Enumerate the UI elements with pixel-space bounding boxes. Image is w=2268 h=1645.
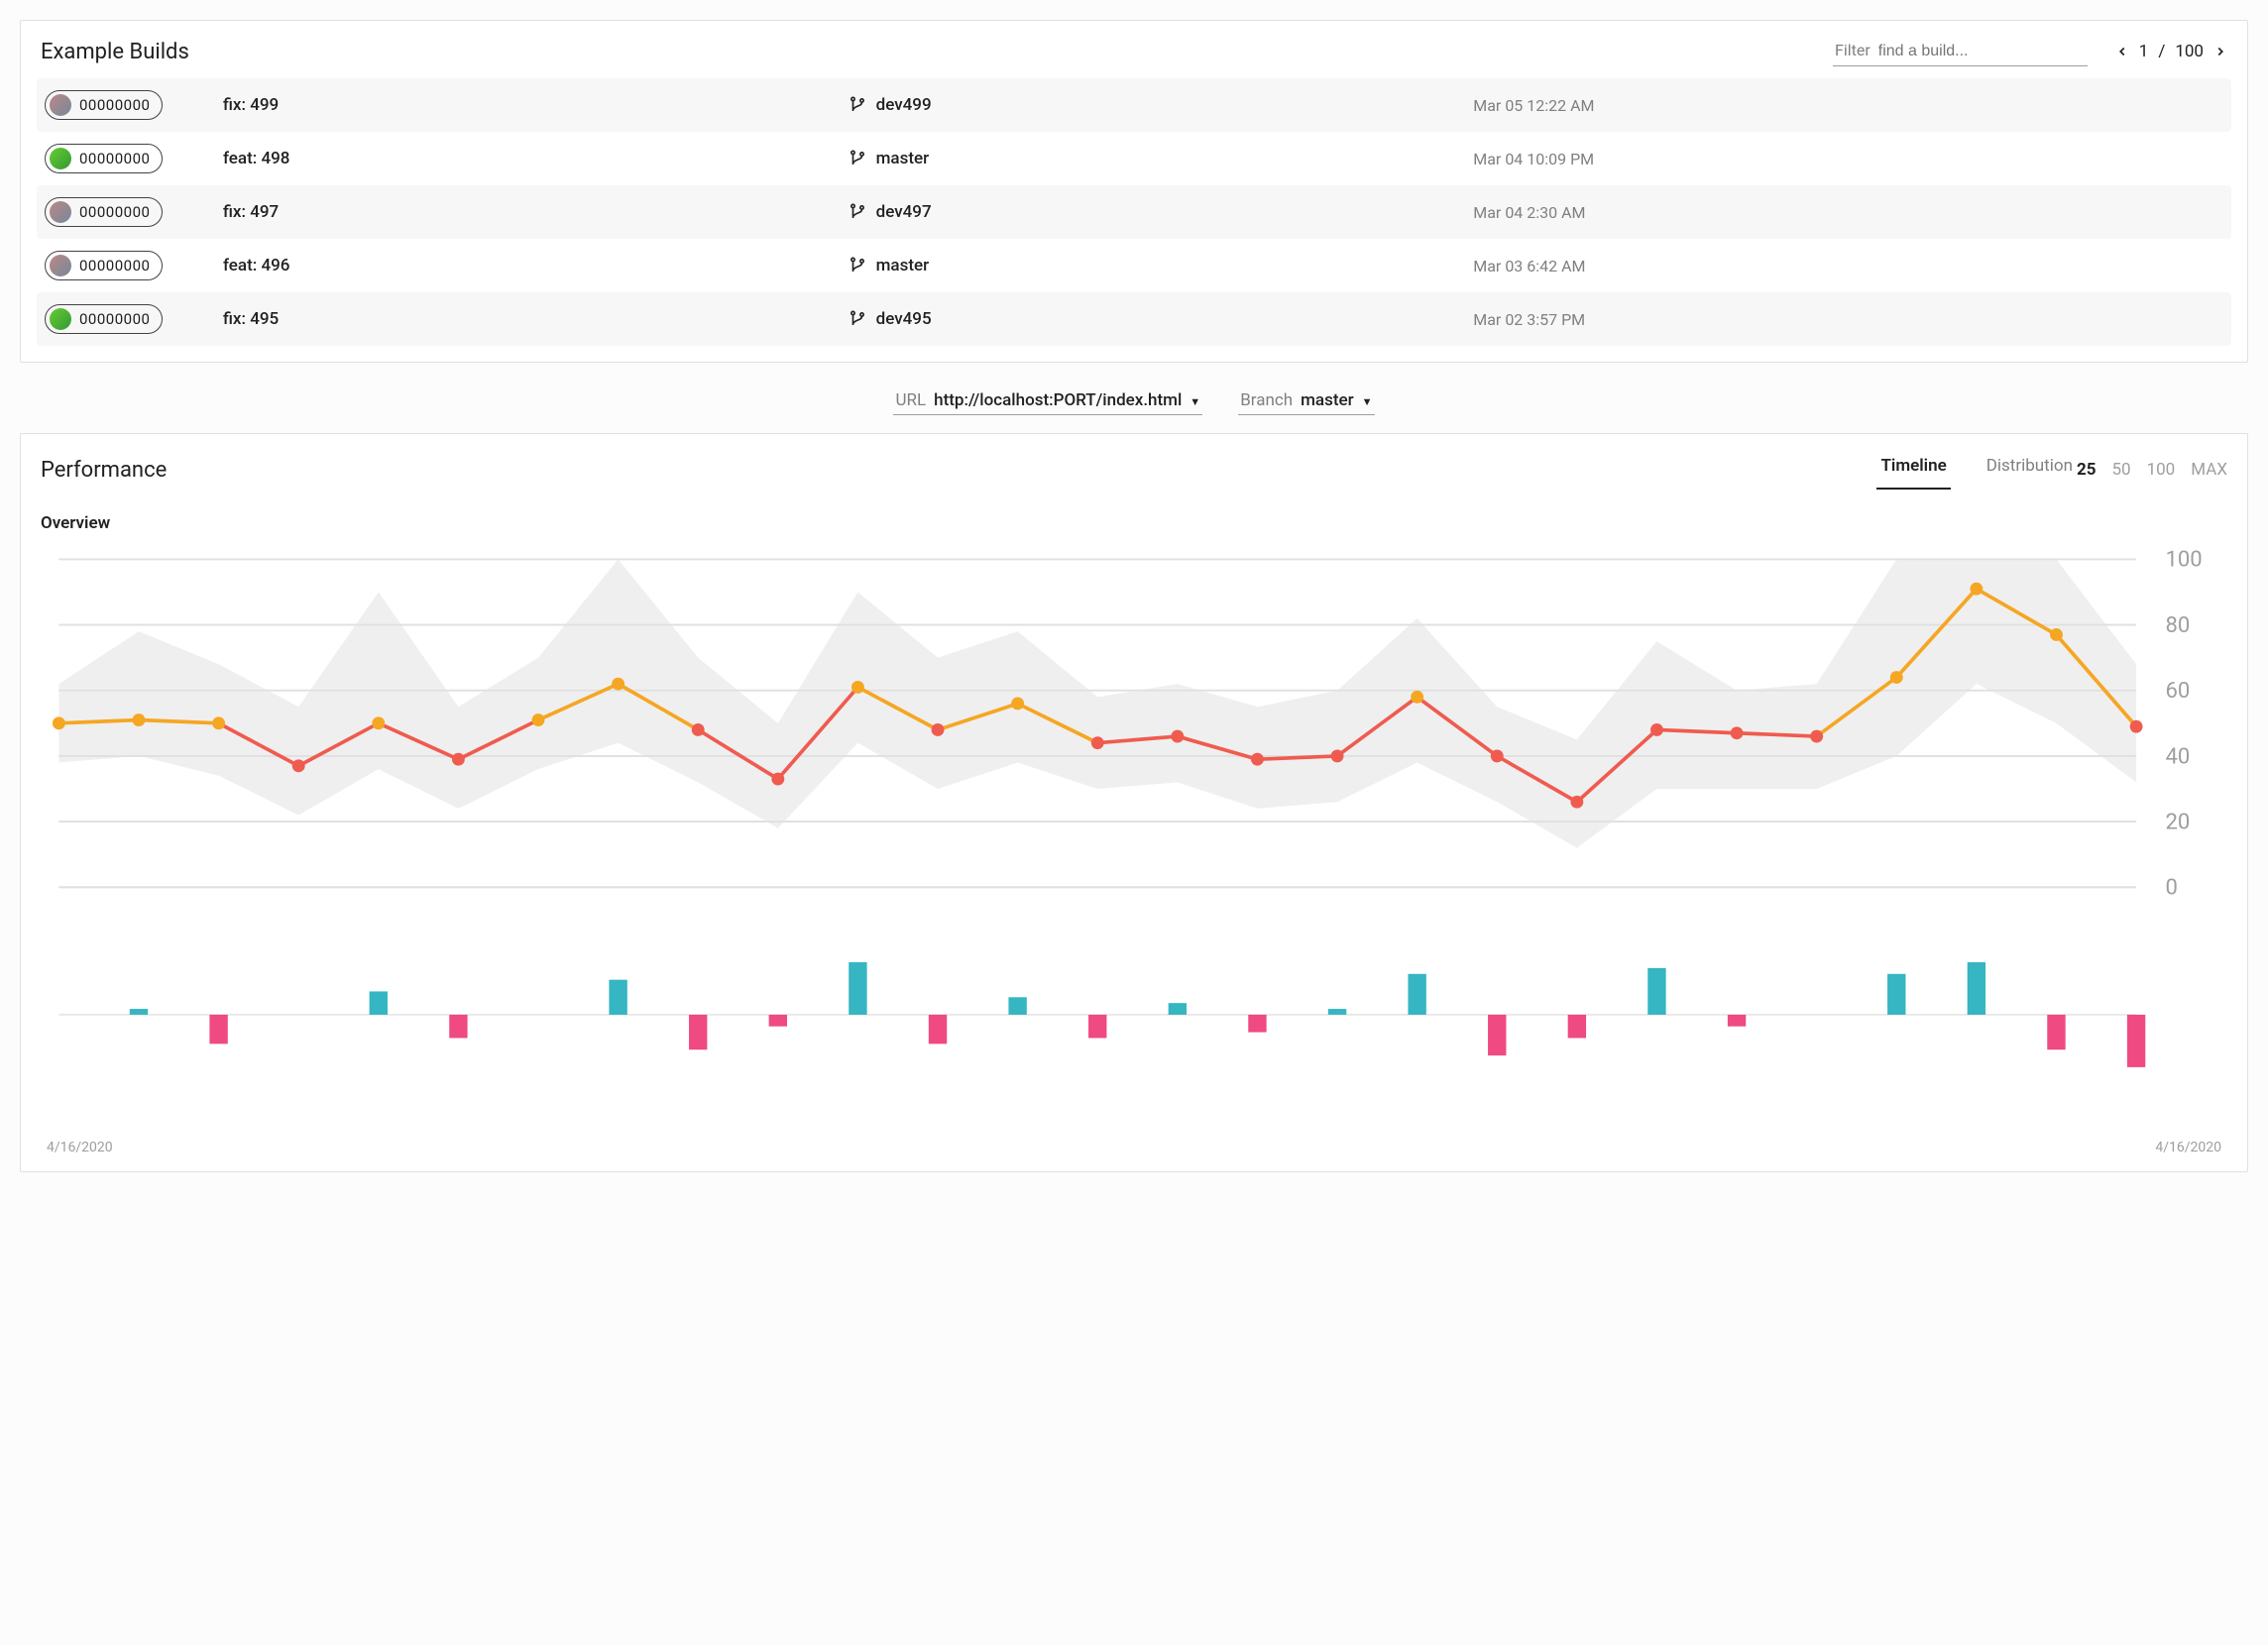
build-row[interactable]: 00000000 feat: 498 master Mar 04 10:09 PM	[37, 132, 2231, 185]
git-branch-icon	[849, 310, 866, 328]
range-25[interactable]: 25	[2077, 460, 2097, 480]
commit-hash: 00000000	[79, 150, 150, 167]
axis-end-date: 4/16/2020	[2155, 1140, 2221, 1155]
branch-cell: dev495	[849, 309, 1474, 329]
tab-distribution[interactable]: Distribution	[1983, 450, 2077, 490]
branch-name: master	[876, 149, 930, 168]
commit-pill[interactable]: 00000000	[45, 197, 163, 227]
range-100[interactable]: 100	[2147, 460, 2176, 480]
caret-down-icon: ▼	[1190, 395, 1200, 408]
avatar	[50, 308, 71, 330]
url-selector[interactable]: URL http://localhost:PORT/index.html ▼	[893, 386, 1202, 415]
filter-input[interactable]	[1876, 42, 2086, 61]
pager-sep: /	[2158, 42, 2165, 61]
branch-label: Branch	[1240, 390, 1293, 410]
avatar	[50, 201, 71, 223]
range-options: 25 50 100 MAX	[2077, 460, 2227, 480]
commit-message: feat: 496	[223, 256, 849, 275]
build-timestamp: Mar 05 12:22 AM	[1473, 96, 2223, 115]
svg-text:20: 20	[2165, 810, 2190, 834]
range-max[interactable]: MAX	[2191, 460, 2227, 480]
git-branch-icon	[849, 257, 866, 274]
branch-value: master	[1301, 390, 1354, 410]
overview-label: Overview	[21, 490, 2247, 541]
performance-header: Performance Timeline Distribution 25 50 …	[21, 434, 2247, 490]
chevron-left-icon	[2115, 45, 2129, 58]
build-timestamp: Mar 02 3:57 PM	[1473, 310, 2223, 329]
commit-cell: 00000000	[45, 251, 223, 280]
git-branch-icon	[849, 150, 866, 167]
build-row[interactable]: 00000000 fix: 497 dev497 Mar 04 2:30 AM	[37, 185, 2231, 239]
commit-cell: 00000000	[45, 197, 223, 227]
chart-container: 0 20 40 60 80 100	[21, 541, 2247, 1136]
commit-cell: 00000000	[45, 304, 223, 334]
pager-next-button[interactable]	[2213, 45, 2227, 58]
range-50[interactable]: 50	[2111, 460, 2130, 480]
svg-text:40: 40	[2165, 744, 2190, 769]
git-branch-icon	[849, 203, 866, 221]
commit-message: fix: 499	[223, 95, 849, 115]
filter-field[interactable]: Filter	[1833, 37, 2088, 66]
build-row[interactable]: 00000000 fix: 495 dev495 Mar 02 3:57 PM	[37, 292, 2231, 346]
branch-name: dev499	[876, 95, 932, 115]
pager: 1 / 100	[2115, 42, 2227, 61]
caret-down-icon: ▼	[1362, 395, 1373, 408]
commit-hash: 00000000	[79, 203, 150, 221]
pager-total: 100	[2175, 42, 2204, 61]
branch-selector[interactable]: Branch master ▼	[1238, 386, 1374, 415]
branch-name: dev495	[876, 309, 932, 329]
svg-text:0: 0	[2165, 876, 2177, 901]
commit-pill[interactable]: 00000000	[45, 90, 163, 120]
build-row[interactable]: 00000000 fix: 499 dev499 Mar 05 12:22 AM	[37, 78, 2231, 132]
commit-pill[interactable]: 00000000	[45, 144, 163, 173]
git-branch-icon	[849, 96, 866, 114]
overview-chart: 0 20 40 60 80 100	[41, 541, 2227, 1124]
builds-title: Example Builds	[41, 40, 1833, 64]
selectors-row: URL http://localhost:PORT/index.html ▼ B…	[20, 381, 2248, 433]
commit-cell: 00000000	[45, 144, 223, 173]
builds-header: Example Builds Filter 1 / 100	[21, 21, 2247, 78]
commit-hash: 00000000	[79, 310, 150, 328]
commit-pill[interactable]: 00000000	[45, 304, 163, 334]
commit-hash: 00000000	[79, 96, 150, 114]
commit-hash: 00000000	[79, 257, 150, 274]
chevron-right-icon	[2213, 45, 2227, 58]
branch-cell: master	[849, 256, 1474, 275]
svg-text:80: 80	[2165, 613, 2190, 638]
branch-name: dev497	[876, 202, 932, 222]
build-timestamp: Mar 03 6:42 AM	[1473, 257, 2223, 275]
performance-title: Performance	[41, 458, 1876, 483]
svg-text:60: 60	[2165, 679, 2190, 704]
builds-panel: Example Builds Filter 1 / 100 00000000 fi…	[20, 20, 2248, 363]
build-row[interactable]: 00000000 feat: 496 master Mar 03 6:42 AM	[37, 239, 2231, 292]
branch-cell: dev499	[849, 95, 1474, 115]
pager-prev-button[interactable]	[2115, 45, 2129, 58]
commit-message: fix: 497	[223, 202, 849, 222]
commit-message: fix: 495	[223, 309, 849, 329]
performance-panel: Performance Timeline Distribution 25 50 …	[20, 433, 2248, 1172]
chart-date-axis: 4/16/2020 4/16/2020	[21, 1136, 2247, 1171]
commit-message: feat: 498	[223, 149, 849, 168]
axis-start-date: 4/16/2020	[47, 1140, 113, 1155]
branch-name: master	[876, 256, 930, 275]
build-timestamp: Mar 04 2:30 AM	[1473, 203, 2223, 222]
tab-timeline[interactable]: Timeline	[1876, 450, 1950, 490]
pager-current: 1	[2139, 42, 2149, 61]
build-list: 00000000fix: 499dev499Mar 05 12:22 AM000…	[21, 78, 2247, 362]
avatar	[50, 148, 71, 169]
perf-tabs: Timeline Distribution	[1876, 450, 2076, 490]
url-label: URL	[895, 390, 926, 410]
filter-label: Filter	[1835, 41, 1871, 59]
svg-text:100: 100	[2165, 548, 2202, 573]
build-timestamp: Mar 04 10:09 PM	[1473, 150, 2223, 168]
avatar	[50, 255, 71, 276]
url-value: http://localhost:PORT/index.html	[934, 390, 1182, 410]
branch-cell: master	[849, 149, 1474, 168]
branch-cell: dev497	[849, 202, 1474, 222]
commit-cell: 00000000	[45, 90, 223, 120]
commit-pill[interactable]: 00000000	[45, 251, 163, 280]
avatar	[50, 94, 71, 116]
